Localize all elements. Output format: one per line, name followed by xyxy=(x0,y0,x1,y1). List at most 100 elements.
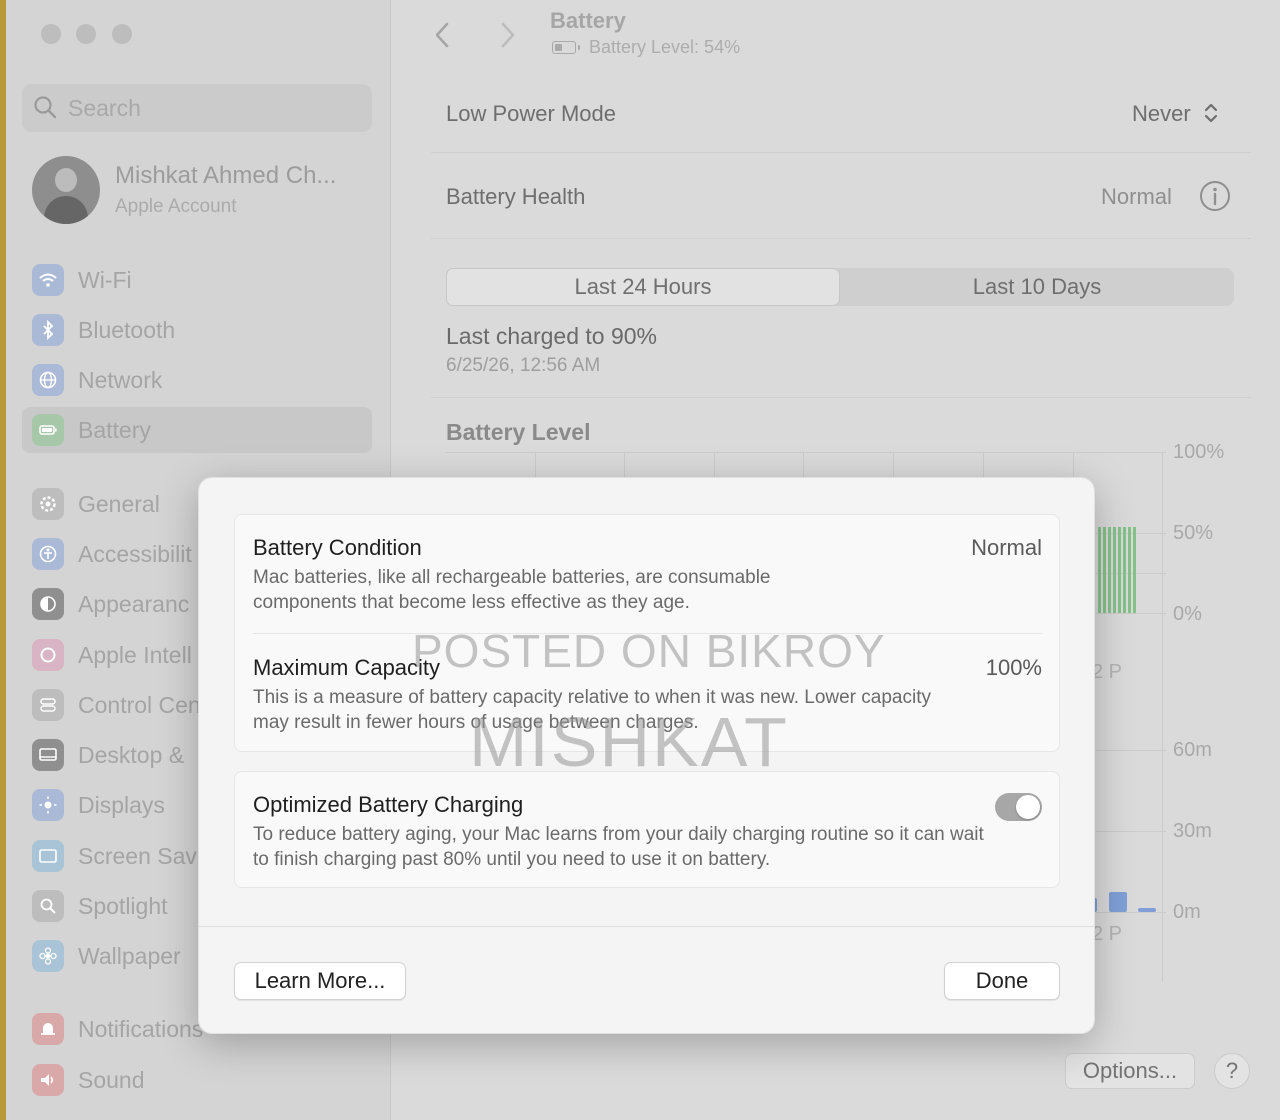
axis-label-100: 100% xyxy=(1173,441,1225,463)
axis-label-30m: 30m xyxy=(1173,820,1212,842)
battery-level-bar xyxy=(1118,527,1121,613)
speaker-icon xyxy=(32,1064,64,1096)
battery-level-bar xyxy=(1098,527,1101,613)
chart-gridline xyxy=(714,452,715,478)
info-icon[interactable] xyxy=(1199,180,1231,212)
axis-label-0m: 0m xyxy=(1173,901,1201,923)
battery-condition-title: Battery Condition xyxy=(253,535,422,560)
sidebar-item-label: Accessibilit xyxy=(78,541,192,567)
search-input[interactable]: Search xyxy=(22,84,372,132)
row-divider xyxy=(431,238,1251,239)
chart-gridline xyxy=(446,452,1166,453)
sidebar-item-label: Sound xyxy=(78,1067,145,1093)
sidebar-item-label: Control Cen xyxy=(78,692,201,718)
x-tick-label: 2 P xyxy=(1092,661,1123,683)
sidebar-item-label: Apple Intell xyxy=(78,642,192,668)
zoom-window-button[interactable] xyxy=(112,24,132,44)
options-button[interactable]: Options... xyxy=(1065,1053,1195,1089)
maximum-capacity-desc: This is a measure of battery capacity re… xyxy=(253,687,931,733)
sidebar-item-label: Battery xyxy=(78,417,151,443)
learn-more-button[interactable]: Learn More... xyxy=(234,962,406,1000)
maximum-capacity-title: Maximum Capacity xyxy=(253,655,441,680)
forward-chevron-icon[interactable] xyxy=(493,18,521,52)
apple-account-item[interactable]: Mishkat Ahmed Ch... Apple Account xyxy=(32,154,382,226)
battery-level-bar xyxy=(1103,527,1106,613)
battery-level-bar xyxy=(1108,527,1111,613)
chart-gridline xyxy=(803,452,804,478)
minimize-window-button[interactable] xyxy=(76,24,96,44)
maximum-capacity-value: 100% xyxy=(985,655,1042,680)
chart-gridline xyxy=(1096,912,1166,913)
chart-gridline xyxy=(983,452,984,478)
sidebar-item-label: Desktop & xyxy=(78,742,185,768)
apple-intelligence-icon xyxy=(32,639,64,671)
help-button[interactable]: ? xyxy=(1214,1053,1250,1089)
back-chevron-icon[interactable] xyxy=(429,18,457,52)
done-button[interactable]: Done xyxy=(944,962,1060,1000)
search-placeholder: Search xyxy=(68,95,141,121)
low-power-mode-value: Never xyxy=(1132,101,1191,126)
sidebar-item-label: Wi-Fi xyxy=(78,267,132,293)
battery-level-bar xyxy=(1113,527,1116,613)
row-divider xyxy=(431,152,1251,153)
account-subtitle: Apple Account xyxy=(115,196,237,217)
accessibility-icon xyxy=(32,538,64,570)
chart-gridline xyxy=(1096,750,1166,751)
appearance-icon xyxy=(32,588,64,620)
chart-gridline xyxy=(1096,613,1166,614)
battery-condition-desc: Mac batteries, like all rechargeable bat… xyxy=(253,567,771,613)
battery-info-card: Battery Condition Normal Mac batteries, … xyxy=(234,514,1060,752)
usage-bar xyxy=(1109,892,1127,912)
sidebar-item-label: Notifications xyxy=(78,1016,204,1042)
sidebar-item-label: Wallpaper xyxy=(78,943,181,969)
battery-health-value: Normal xyxy=(1101,184,1172,209)
sidebar-item-battery[interactable]: Battery xyxy=(22,407,372,453)
battery-condition-value: Normal xyxy=(971,535,1042,560)
control-center-icon xyxy=(32,689,64,721)
sidebar-item-sound[interactable]: Sound xyxy=(22,1057,372,1103)
sidebar-item-label: General xyxy=(78,491,160,517)
battery-level-chart-title: Battery Level xyxy=(446,419,591,445)
card-divider xyxy=(253,633,1042,634)
sidebar-item-label: Displays xyxy=(78,792,165,818)
avatar xyxy=(32,156,100,224)
battery-icon xyxy=(32,414,64,446)
sidebar-item-bluetooth[interactable]: Bluetooth xyxy=(22,307,372,353)
search-icon xyxy=(34,96,57,119)
chart-gridline xyxy=(624,452,625,478)
x-tick-label: 2 P xyxy=(1092,923,1123,945)
battery-level-bar xyxy=(1123,527,1126,613)
close-window-button[interactable] xyxy=(41,24,61,44)
sidebar-item-wi-fi[interactable]: Wi-Fi xyxy=(22,257,372,303)
tab-last-10-days[interactable]: Last 10 Days xyxy=(840,268,1234,306)
chart-gridline xyxy=(1073,452,1074,478)
sidebar-item-network[interactable]: Network xyxy=(22,357,372,403)
optimized-charging-toggle[interactable] xyxy=(995,793,1042,821)
desktop-icon xyxy=(32,739,64,771)
last-charged-title: Last charged to 90% xyxy=(446,323,657,349)
battery-level-text: Battery Level: 54% xyxy=(589,37,741,57)
low-power-mode-select[interactable]: Never xyxy=(1132,101,1219,127)
last-charged-date: 6/25/26, 12:56 AM xyxy=(446,355,601,376)
axis-label-60m: 60m xyxy=(1173,739,1212,761)
screensaver-icon xyxy=(32,840,64,872)
row-divider xyxy=(431,397,1251,398)
usage-bar xyxy=(1138,908,1156,912)
system-settings-window: Search Mishkat Ahmed Ch... Apple Account… xyxy=(0,0,1280,1120)
battery-level-bar xyxy=(1128,527,1131,613)
tab-last-24-hours[interactable]: Last 24 Hours xyxy=(446,268,840,306)
optimized-charging-title: Optimized Battery Charging xyxy=(253,792,524,817)
sidebar-item-label: Spotlight xyxy=(78,893,168,919)
sidebar-item-label: Bluetooth xyxy=(78,317,176,343)
sidebar-item-label: Network xyxy=(78,367,163,393)
sidebar-item-label: Appearanc xyxy=(78,591,190,617)
optimized-charging-desc: To reduce battery aging, your Mac learns… xyxy=(253,824,984,870)
time-range-segmented-control: Last 24 Hours Last 10 Days xyxy=(446,268,1234,306)
chart-gridline xyxy=(1162,452,1163,982)
wifi-icon xyxy=(32,264,64,296)
chart-gridline xyxy=(893,452,894,478)
chart-gridline xyxy=(1096,831,1166,832)
page-title: Battery xyxy=(550,8,626,33)
bell-icon xyxy=(32,1013,64,1045)
battery-level-icon xyxy=(552,41,580,54)
